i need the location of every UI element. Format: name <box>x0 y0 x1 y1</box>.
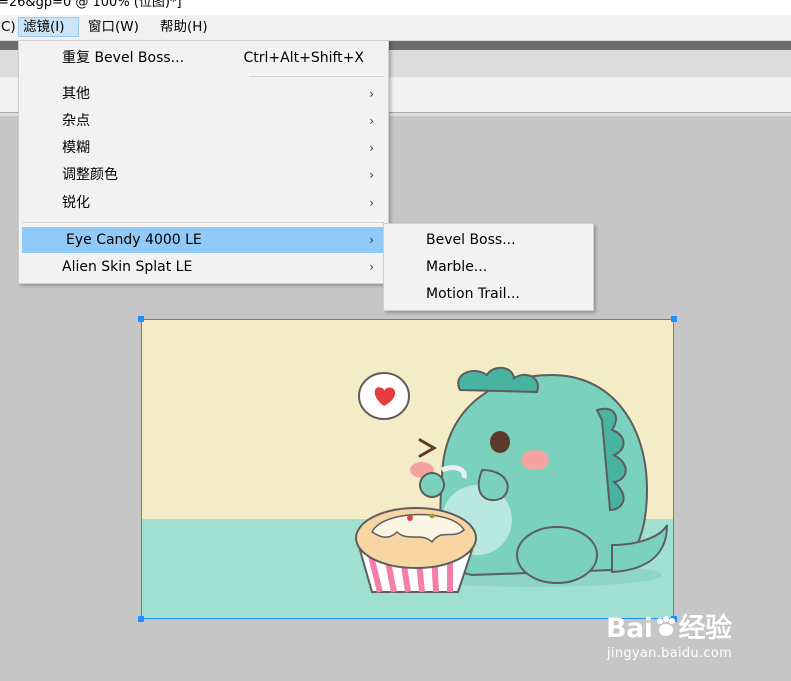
watermark-brand: Bai 经验 <box>606 606 732 645</box>
menu-item-label: Eye Candy 4000 LE <box>66 232 202 248</box>
chevron-right-icon: › <box>369 260 374 274</box>
menu-item-sharpen[interactable]: 锐化 › <box>21 190 386 216</box>
menu-item-label: Motion Trail... <box>426 286 520 302</box>
eye-candy-submenu: Bevel Boss... Marble... Motion Trail... <box>383 223 594 311</box>
chevron-right-icon: › <box>369 168 374 182</box>
filter-menu: 重复 Bevel Boss... Ctrl+Alt+Shift+X 其他 › 杂… <box>18 40 389 284</box>
paw-icon <box>653 615 679 639</box>
window-title-bar: =26&gp=0 @ 100% (位图)*] <box>0 0 791 15</box>
menu-item-label: 重复 Bevel Boss... <box>62 50 185 66</box>
menu-window[interactable]: 窗口(W) <box>84 17 143 37</box>
chevron-right-icon: › <box>369 87 374 101</box>
menu-help[interactable]: 帮助(H) <box>156 17 212 37</box>
selection-handle[interactable] <box>138 616 144 622</box>
menu-item-label: Alien Skin Splat LE <box>62 259 193 275</box>
menu-item-label: 杂点 <box>62 113 90 129</box>
menu-item-label: Marble... <box>426 259 488 275</box>
menu-item-alien-skin-splat[interactable]: Alien Skin Splat LE › <box>21 254 386 280</box>
baidu-watermark: Bai 经验 jingyan.baidu.com <box>606 600 766 662</box>
menu-separator <box>22 222 384 223</box>
menu-item-shortcut: Ctrl+Alt+Shift+X <box>243 50 364 66</box>
watermark-brand-left: Bai <box>606 613 653 644</box>
menu-filter[interactable]: 滤镜(I) <box>18 17 79 37</box>
menu-separator <box>249 76 384 77</box>
submenu-item-motion-trail[interactable]: Motion Trail... <box>386 281 591 307</box>
watermark-url: jingyan.baidu.com <box>607 646 733 661</box>
watermark-brand-right: 经验 <box>678 613 733 644</box>
dinosaur-illustration <box>142 320 673 618</box>
chevron-right-icon: › <box>369 141 374 155</box>
menu-item-label: Bevel Boss... <box>426 232 516 248</box>
menu-item-label: 调整颜色 <box>62 167 118 183</box>
menu-item-noise[interactable]: 杂点 › <box>21 108 386 134</box>
selection-handle[interactable] <box>671 316 677 322</box>
menu-item-label: 其他 <box>62 86 90 102</box>
menu-item-blur[interactable]: 模糊 › <box>21 135 386 161</box>
menu-item-repeat-bevel-boss[interactable]: 重复 Bevel Boss... Ctrl+Alt+Shift+X <box>21 45 386 71</box>
menu-item-label: 模糊 <box>62 140 90 156</box>
chevron-right-icon: › <box>369 196 374 210</box>
chevron-right-icon: › <box>369 233 374 247</box>
submenu-item-bevel-boss[interactable]: Bevel Boss... <box>386 227 591 253</box>
menu-bar: C) 滤镜(I) 窗口(W) 帮助(H) <box>0 15 791 41</box>
menu-item-adjust-color[interactable]: 调整颜色 › <box>21 162 386 188</box>
selection-handle[interactable] <box>138 316 144 322</box>
menu-item-other[interactable]: 其他 › <box>21 81 386 107</box>
document-canvas[interactable] <box>141 319 674 619</box>
menu-edit-partial[interactable]: C) <box>0 17 20 37</box>
menu-item-eye-candy[interactable]: Eye Candy 4000 LE › <box>22 227 386 253</box>
window-title: =26&gp=0 @ 100% (位图)*] <box>0 0 182 10</box>
submenu-item-marble[interactable]: Marble... <box>386 254 591 280</box>
menu-item-label: 锐化 <box>62 195 90 211</box>
chevron-right-icon: › <box>369 114 374 128</box>
